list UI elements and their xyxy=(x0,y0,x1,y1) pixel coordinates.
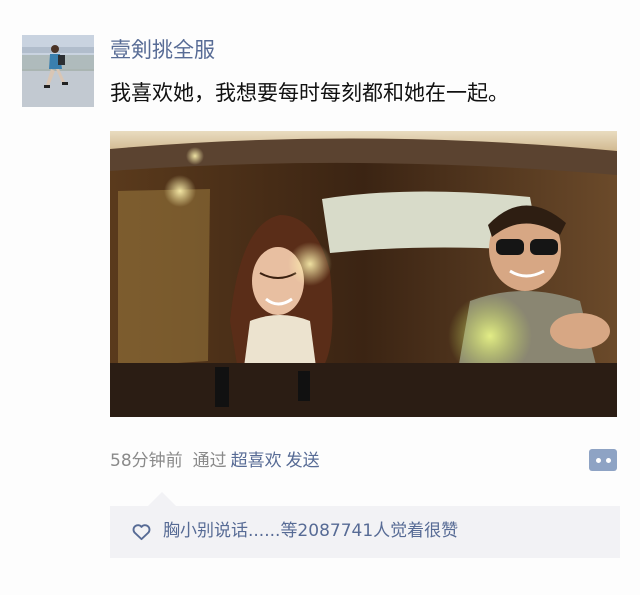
likes-pointer xyxy=(148,492,176,506)
liker-name[interactable]: 胸小别说话...... xyxy=(163,521,280,541)
avatar[interactable] xyxy=(22,35,94,107)
comment-dots-icon xyxy=(605,457,611,463)
via-label: 通过 xyxy=(192,451,227,471)
likes-count[interactable]: 等2087741人觉着很赞 xyxy=(280,521,458,541)
send-label: 发送 xyxy=(285,451,320,471)
couple-in-car-photo xyxy=(110,131,617,417)
comment-button[interactable] xyxy=(589,449,617,471)
post-photo[interactable] xyxy=(110,131,617,417)
moment-post: 壹剣挑全服 我喜欢她，我想要每时每刻都和她在一起。 58分钟前 通过 超喜欢 发… xyxy=(0,0,640,595)
post-meta: 58分钟前 通过 超喜欢 发送 xyxy=(110,449,320,473)
comment-dots-icon xyxy=(595,457,601,463)
post-text: 我喜欢她，我想要每时每刻都和她在一起。 xyxy=(110,81,509,105)
source-app-link[interactable]: 超喜欢 xyxy=(231,451,282,471)
username[interactable]: 壹剣挑全服 xyxy=(110,37,215,63)
heart-outline-icon xyxy=(132,524,151,541)
post-time: 58分钟前 xyxy=(110,451,183,471)
person-walking-avatar xyxy=(22,35,94,107)
likes-text: 胸小别说话......等2087741人觉着很赞 xyxy=(163,519,458,543)
